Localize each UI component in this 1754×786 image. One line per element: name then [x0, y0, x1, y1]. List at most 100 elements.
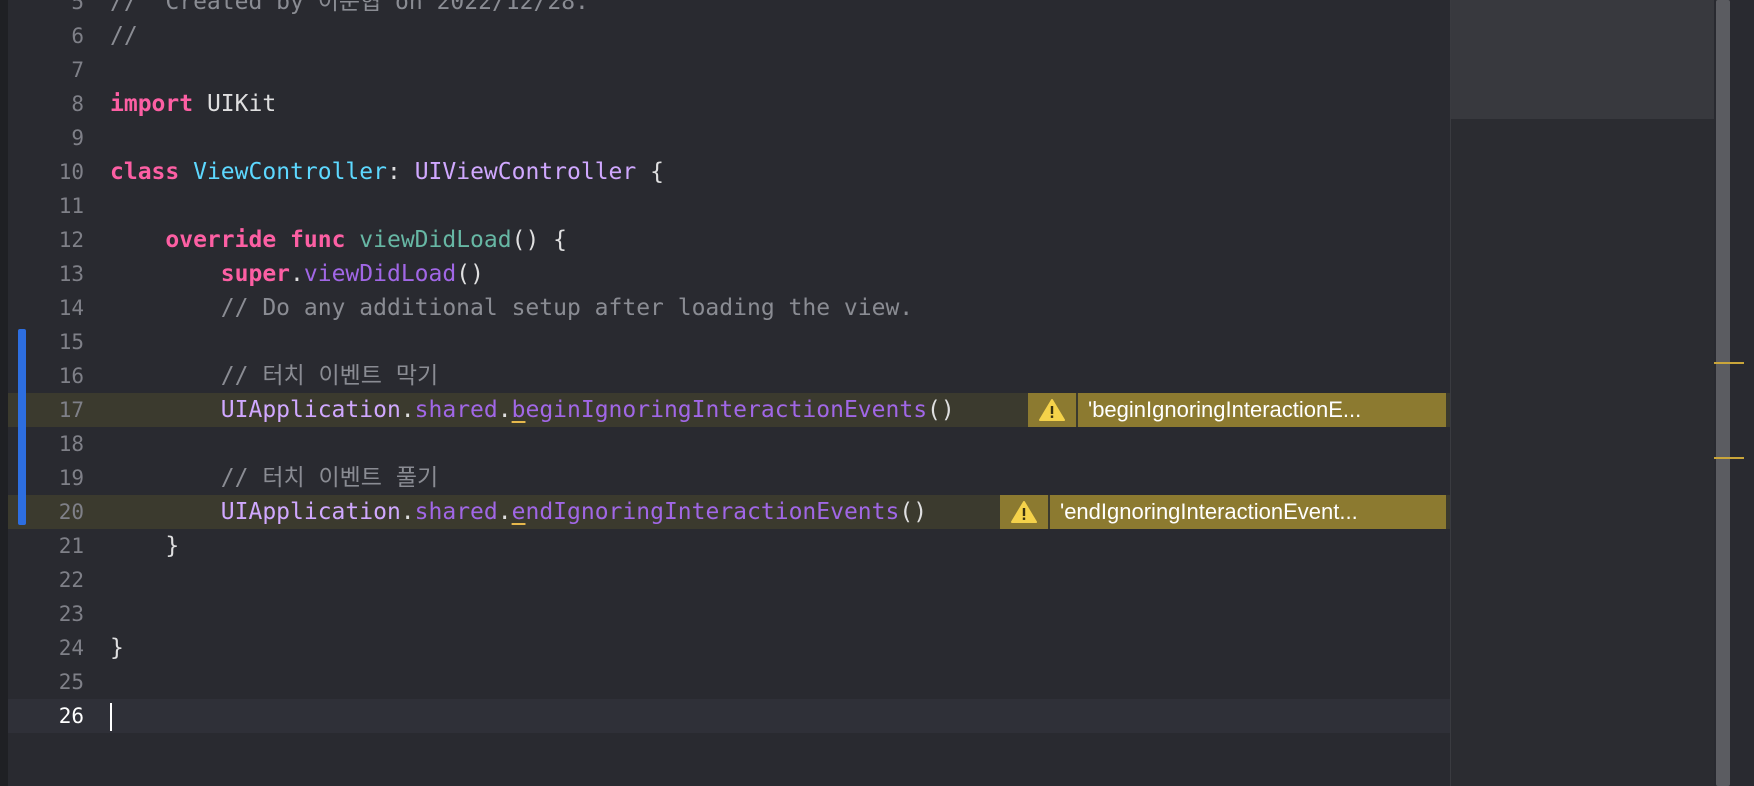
- code-token: .: [497, 397, 512, 423]
- code-text: // 터치 이벤트 풀기: [110, 461, 438, 495]
- left-edge-strip: [0, 0, 8, 786]
- code-text: // Created by 이준협 on 2022/12/28.: [110, 0, 589, 19]
- code-line[interactable]: 5 // Created by 이준협 on 2022/12/28.: [8, 0, 1450, 19]
- minimap[interactable]: [1450, 0, 1715, 786]
- line-number: 6: [71, 24, 84, 48]
- line-number: 7: [71, 58, 84, 82]
- code-token: .: [290, 261, 304, 287]
- code-text: // Do any additional setup after loading…: [110, 291, 913, 325]
- code-line[interactable]: 23: [8, 597, 1450, 631]
- code-line[interactable]: 13 super.viewDidLoad(): [8, 257, 1450, 291]
- code-line[interactable]: 7: [8, 53, 1450, 87]
- code-line[interactable]: 22: [8, 563, 1450, 597]
- code-line[interactable]: 10 class ViewController: UIViewController…: [8, 155, 1450, 189]
- code-token: b: [511, 397, 526, 423]
- code-text: //: [110, 19, 138, 53]
- code-line[interactable]: 16 // 터치 이벤트 막기: [8, 359, 1450, 393]
- code-text: }: [110, 529, 179, 563]
- code-text: // 터치 이벤트 막기: [110, 359, 438, 393]
- code-token: }: [110, 533, 180, 559]
- code-line[interactable]: 6 //: [8, 19, 1450, 53]
- code-token: func: [290, 227, 346, 253]
- minimap-viewport[interactable]: [1451, 0, 1715, 119]
- code-token: viewDidLoad: [359, 227, 512, 253]
- code-line[interactable]: 8 import UIKit: [8, 87, 1450, 121]
- code-token: (): [899, 499, 928, 525]
- code-line[interactable]: 20 UIApplication.shared.endIgnoringInter…: [8, 495, 1450, 529]
- code-token: {: [636, 159, 664, 185]
- code-line[interactable]: 19 // 터치 이벤트 풀기: [8, 461, 1450, 495]
- code-line[interactable]: 9: [8, 121, 1450, 155]
- warning-message[interactable]: 'endIgnoringInteractionEvent...: [1050, 495, 1446, 529]
- code-line[interactable]: 17 UIApplication.shared.beginIgnoringInt…: [8, 393, 1450, 427]
- code-token: viewDidLoad: [303, 261, 457, 287]
- code-token: (): [927, 397, 955, 423]
- warning-triangle-icon[interactable]: [1028, 393, 1076, 427]
- code-line[interactable]: 26: [8, 699, 1450, 733]
- warning-message[interactable]: 'beginIgnoringInteractionE...: [1078, 393, 1446, 427]
- code-token: import: [110, 91, 194, 117]
- code-token: // 터치 이벤트 막기: [220, 363, 439, 389]
- code-line[interactable]: 21 }: [8, 529, 1450, 563]
- source-change-indicator[interactable]: [18, 329, 26, 525]
- line-number: 9: [71, 126, 84, 150]
- code-line[interactable]: 14 // Do any additional setup after load…: [8, 291, 1450, 325]
- line-number: 22: [58, 568, 84, 592]
- line-number: 21: [58, 534, 84, 558]
- inline-warning[interactable]: 'beginIgnoringInteractionE...: [1028, 393, 1446, 427]
- warning-triangle-icon[interactable]: [1000, 495, 1048, 529]
- code-editor[interactable]: 5 // Created by 이준협 on 2022/12/28. 6 // 7 8 im…: [8, 0, 1450, 786]
- code-token: // Do any additional setup after loading…: [220, 295, 914, 321]
- line-number: 8: [71, 92, 84, 116]
- inline-warning[interactable]: 'endIgnoringInteractionEvent...: [1000, 495, 1446, 529]
- code-line[interactable]: 15: [8, 325, 1450, 359]
- code-line[interactable]: 24}: [8, 631, 1450, 665]
- code-token: // Created by 이준협 on 2022/12/28.: [110, 0, 589, 15]
- code-token: shared: [414, 499, 498, 525]
- line-number: 23: [58, 602, 84, 626]
- code-line[interactable]: 25: [8, 665, 1450, 699]
- line-number: 13: [58, 262, 84, 286]
- code-text: super.viewDidLoad(): [110, 257, 484, 291]
- code-token: override: [165, 227, 277, 253]
- code-token: eginIgnoringInteractionEvents: [525, 397, 928, 423]
- code-text: UIApplication.shared.endIgnoringInteract…: [110, 495, 927, 529]
- code-token: (): [456, 261, 484, 287]
- code-token: UIViewController: [414, 159, 637, 185]
- code-text: override func viewDidLoad() {: [110, 223, 567, 257]
- code-token: UIKit: [193, 91, 277, 117]
- code-token: // 터치 이벤트 풀기: [220, 465, 439, 491]
- line-number: 5: [71, 0, 84, 14]
- vertical-scrollbar[interactable]: [1714, 0, 1754, 786]
- line-number: 10: [58, 160, 84, 184]
- line-number: 14: [58, 296, 84, 320]
- scrollbar-thumb[interactable]: [1716, 0, 1730, 786]
- code-line[interactable]: 18: [8, 427, 1450, 461]
- code-token: e: [511, 499, 526, 525]
- code-line[interactable]: 12 override func viewDidLoad() {: [8, 223, 1450, 257]
- text-cursor: [110, 702, 112, 731]
- code-token: shared: [414, 397, 498, 423]
- code-text: UIApplication.shared.beginIgnoringIntera…: [110, 393, 955, 427]
- code-token: .: [400, 499, 415, 525]
- code-token: UIApplication: [220, 499, 401, 525]
- scrollbar-warning-marker: [1714, 457, 1744, 459]
- code-token: :: [386, 159, 415, 185]
- line-number: 24: [58, 636, 84, 660]
- code-line[interactable]: 11: [8, 189, 1450, 223]
- code-token: .: [497, 499, 512, 525]
- code-token: () {: [511, 227, 567, 253]
- code-token: .: [400, 397, 415, 423]
- code-token: super: [220, 261, 291, 287]
- scrollbar-warning-marker: [1714, 362, 1744, 364]
- code-text: class ViewController: UIViewController {: [110, 155, 664, 189]
- line-number: 12: [58, 228, 84, 252]
- code-text: }: [110, 631, 124, 665]
